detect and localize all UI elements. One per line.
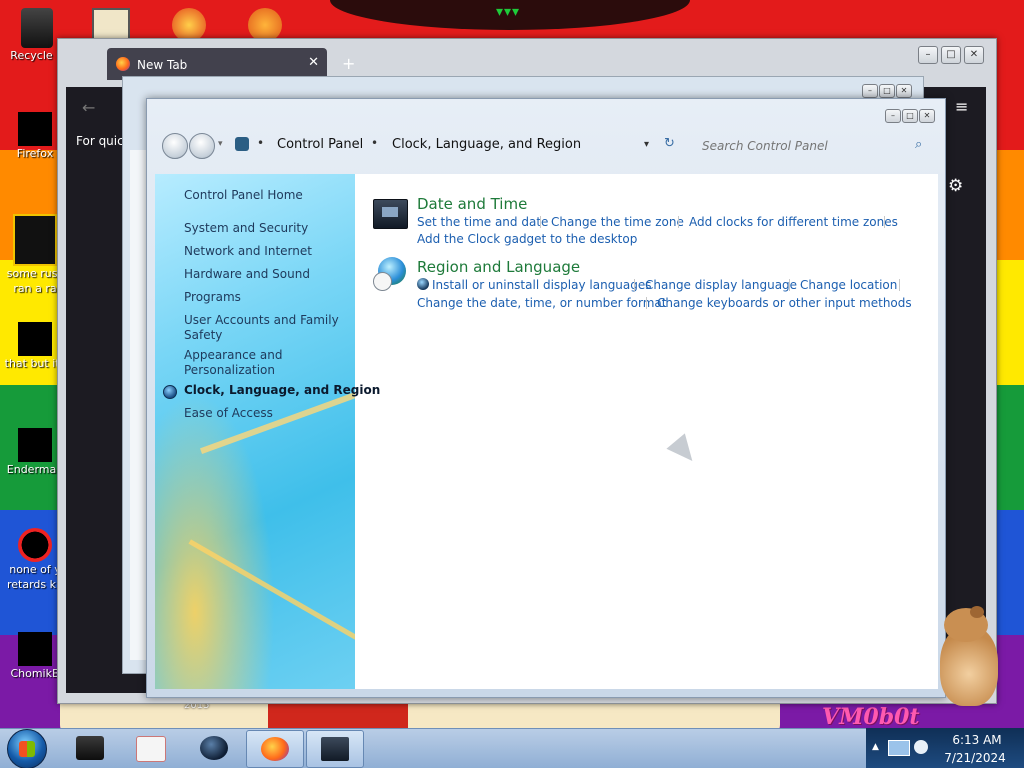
hamster-gadget[interactable] <box>930 606 1002 706</box>
firefox-icon <box>116 57 130 71</box>
file-icon <box>18 322 52 356</box>
clock-time[interactable]: 6:13 AM <box>946 733 1008 747</box>
link-add-clocks[interactable]: Add clocks for different time zones <box>689 215 898 229</box>
refresh-icon[interactable]: ↻ <box>664 136 675 151</box>
globe-icon <box>200 736 228 760</box>
breadcrumb-separator[interactable]: • <box>371 136 378 150</box>
show-hidden-icons-chevron-icon[interactable]: ▲ <box>872 742 879 752</box>
wallpaper-green-dots: ▾▾▾ <box>496 4 521 20</box>
wallpaper-signature: VM0b0t <box>822 704 920 730</box>
bg-close-button[interactable]: ✕ <box>896 84 912 98</box>
hamster-ear <box>970 606 984 618</box>
date-time-icon[interactable] <box>373 199 408 229</box>
desktop-orange-icon[interactable] <box>172 8 206 42</box>
active-item-bullet-icon <box>163 385 177 399</box>
forward-button[interactable] <box>189 133 215 159</box>
link-install-languages[interactable]: Install or uninstall display languages <box>432 278 652 292</box>
hamster-app-icon <box>18 632 52 666</box>
bg-maximize-button[interactable]: □ <box>879 84 895 98</box>
firefox-icon <box>261 737 289 761</box>
search-input[interactable] <box>700 134 940 158</box>
main-content <box>355 174 938 689</box>
link-divider <box>634 279 635 291</box>
link-divider <box>540 216 541 228</box>
windows-logo-icon <box>19 741 35 757</box>
sidebar-item-home[interactable]: Control Panel Home <box>184 188 303 203</box>
taskbar-control-panel[interactable] <box>306 730 364 768</box>
volume-icon[interactable] <box>914 740 928 754</box>
globe-icon <box>417 278 429 290</box>
category-title-date-time[interactable]: Date and Time <box>417 195 527 213</box>
network-icon[interactable] <box>888 740 910 756</box>
tab-title: New Tab <box>137 58 188 72</box>
close-button[interactable]: ✕ <box>919 109 935 123</box>
file-icon <box>18 528 52 562</box>
browser-minimize-button[interactable]: – <box>918 46 938 64</box>
hamburger-menu-icon[interactable]: ≡ <box>955 97 968 116</box>
breadcrumb-separator[interactable]: • <box>257 136 264 150</box>
category-title-region-language[interactable]: Region and Language <box>417 258 580 276</box>
link-change-location[interactable]: Change location <box>800 278 897 292</box>
control-panel-icon <box>321 737 349 761</box>
sidebar-item-network[interactable]: Network and Internet <box>184 244 312 259</box>
taskbar-app-1[interactable] <box>62 730 118 766</box>
recent-pages-chevron-icon[interactable]: ▾ <box>218 139 223 149</box>
taskbar-media-player[interactable] <box>122 730 178 766</box>
control-panel-icon <box>235 137 249 151</box>
link-change-display-language[interactable]: Change display language <box>645 278 797 292</box>
sidebar-item-system-security[interactable]: System and Security <box>184 221 308 236</box>
taskbar-firefox[interactable] <box>246 730 304 768</box>
back-button[interactable] <box>162 133 188 159</box>
link-set-time-date[interactable]: Set the time and date <box>417 215 548 229</box>
link-change-keyboards[interactable]: Change keyboards or other input methods <box>657 296 912 310</box>
desktop-orange2-icon[interactable] <box>248 8 282 42</box>
address-dropdown-icon[interactable]: ▾ <box>644 139 649 150</box>
sidebar-item-programs[interactable]: Programs <box>184 290 241 305</box>
gear-icon[interactable]: ⚙ <box>948 176 963 196</box>
sidebar-item-appearance[interactable]: Appearance and <box>184 348 282 363</box>
link-divider <box>646 297 647 309</box>
sidebar-item-hardware[interactable]: Hardware and Sound <box>184 267 310 282</box>
sidebar-item-ease-of-access[interactable]: Ease of Access <box>184 406 273 421</box>
sidebar-item-user-accounts[interactable]: User Accounts and Family <box>184 313 339 328</box>
browser-close-button[interactable]: ✕ <box>964 46 984 64</box>
tab-close-icon[interactable]: ✕ <box>308 55 319 70</box>
search-icon[interactable]: ⌕ <box>915 137 922 152</box>
link-divider <box>899 279 900 291</box>
black-box-icon <box>76 736 104 760</box>
back-arrow-icon[interactable]: ← <box>82 98 95 117</box>
link-add-clock-gadget[interactable]: Add the Clock gadget to the desktop <box>417 232 637 246</box>
file-icon <box>13 214 57 266</box>
clock-date[interactable]: 7/21/2024 <box>942 751 1008 765</box>
link-change-date-format[interactable]: Change the date, time, or number format <box>417 296 666 310</box>
maximize-button[interactable]: □ <box>902 109 918 123</box>
browser-maximize-button[interactable]: □ <box>941 46 961 64</box>
link-divider <box>789 279 790 291</box>
start-button[interactable] <box>7 729 47 768</box>
minimize-button[interactable]: – <box>885 109 901 123</box>
breadcrumb-control-panel[interactable]: Control Panel <box>277 137 363 152</box>
bg-minimize-button[interactable]: – <box>862 84 878 98</box>
sidebar-item-appearance-line2[interactable]: Personalization <box>184 363 275 378</box>
recycle-bin-icon <box>21 8 53 48</box>
sidebar-item-user-accounts-line2[interactable]: Safety <box>184 328 222 343</box>
media-player-icon <box>136 736 166 762</box>
link-change-time-zone[interactable]: Change the time zone <box>551 215 684 229</box>
file-icon <box>18 428 52 462</box>
sidebar-item-clock-language-region[interactable]: Clock, Language, and Region <box>184 383 380 398</box>
new-tab-button[interactable]: + <box>342 54 355 73</box>
clock-icon <box>373 272 392 291</box>
link-divider <box>884 216 885 228</box>
firefox-icon <box>18 112 52 146</box>
breadcrumb-clock-language-region[interactable]: Clock, Language, and Region <box>392 137 581 152</box>
taskbar-globe[interactable] <box>186 730 242 766</box>
link-divider <box>678 216 679 228</box>
